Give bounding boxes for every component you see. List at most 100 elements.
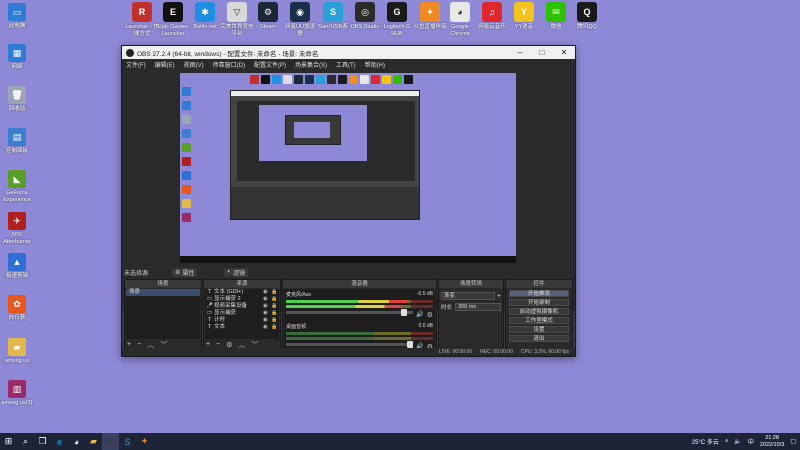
menu-item[interactable]: 编辑(E) bbox=[155, 60, 175, 69]
source-item[interactable]: T 文本 ◉ 🔒 bbox=[205, 324, 279, 331]
add-transition-button[interactable]: + bbox=[497, 293, 501, 300]
desktop-shortcut[interactable]: ▽ 完美世界竞技平台 bbox=[220, 2, 254, 38]
windows-start-icon[interactable]: ⊞ bbox=[0, 433, 17, 450]
visibility-eye-icon[interactable]: ◉ bbox=[263, 324, 271, 331]
clock[interactable]: 21:28 2022/10/3 bbox=[760, 435, 784, 449]
desktop-shortcut[interactable]: ✉ 微信 bbox=[539, 2, 573, 31]
desktop-shortcut[interactable]: R Launcher - 快捷方式 bbox=[125, 2, 159, 38]
desktop-shortcut[interactable]: 🗑 回收站 bbox=[0, 86, 34, 113]
menu-item[interactable]: 帮助(H) bbox=[365, 60, 385, 69]
task-view-icon[interactable]: ❐ bbox=[34, 433, 51, 450]
desktop-shortcut[interactable]: E Epic Games Launcher bbox=[156, 2, 190, 38]
desktop-shortcut[interactable]: ▤ 控制面板 bbox=[0, 128, 34, 155]
tray-chevron-icon[interactable]: ˄ bbox=[725, 439, 729, 445]
obs-titlebar[interactable]: OBS 27.2.4 (64-bit, windows) - 配置文件: 未命名… bbox=[122, 46, 575, 59]
obs-logo-icon bbox=[126, 48, 134, 57]
controls-dock: 控件 开始推流 开始录制 启动虚拟摄像机 工作室模式 设置 退出 bbox=[505, 279, 573, 351]
notification-icon[interactable]: ▢ bbox=[790, 438, 796, 445]
menu-item[interactable]: 文件(F) bbox=[126, 60, 146, 69]
gear-icon[interactable]: ⚙ bbox=[427, 311, 433, 319]
lock-icon[interactable]: 🔒 bbox=[271, 324, 279, 331]
mixer-channel-db: -0.5 dB bbox=[416, 291, 433, 297]
desktop-shortcut[interactable]: ✈ MSI Afterburner bbox=[0, 212, 34, 246]
desktop-shortcut[interactable]: S Sam'USB客 bbox=[316, 2, 350, 31]
chrome-icon[interactable]: ◕ bbox=[68, 433, 85, 450]
edge-icon[interactable]: e bbox=[51, 433, 68, 450]
lock-icon[interactable]: 🔒 bbox=[271, 317, 279, 324]
close-button[interactable]: ✕ bbox=[553, 46, 575, 59]
douyu-icon[interactable]: ✦ bbox=[136, 433, 153, 450]
lock-icon[interactable]: 🔒 bbox=[271, 289, 279, 296]
file-explorer-icon[interactable]: ▰ bbox=[85, 433, 102, 450]
desktop-shortcut[interactable]: ◕ Google Chrome bbox=[443, 2, 477, 38]
usb-client-icon[interactable]: S bbox=[119, 433, 136, 450]
properties-button[interactable]: ⚙ 属性 bbox=[172, 267, 198, 277]
maximize-button[interactable]: □ bbox=[531, 46, 553, 59]
desktop-shortcut[interactable]: ▭ 此电脑 bbox=[0, 3, 34, 30]
desktop-shortcut[interactable]: ♫ 网易云音乐 bbox=[475, 2, 509, 31]
properties-label: 属性 bbox=[182, 270, 195, 277]
control-button[interactable]: 退出 bbox=[509, 335, 569, 342]
control-button[interactable]: 开始推流 bbox=[509, 290, 569, 297]
volume-icon[interactable]: 🔈 bbox=[734, 438, 741, 445]
preview-canvas[interactable] bbox=[180, 73, 516, 263]
visibility-eye-icon[interactable]: ◉ bbox=[263, 317, 271, 324]
source-item[interactable]: ▭ 显示捕获 2 ◉ 🔒 bbox=[205, 296, 279, 303]
desktop-shortcut[interactable]: G Logitech G HUB bbox=[380, 2, 414, 38]
menu-item[interactable]: 视图(V) bbox=[184, 60, 204, 69]
source-item[interactable]: T 计时 ◉ 🔒 bbox=[205, 317, 279, 324]
control-button[interactable]: 启动虚拟摄像机 bbox=[509, 308, 569, 315]
add-scene-button[interactable]: + bbox=[127, 341, 131, 348]
remove-source-button[interactable]: − bbox=[216, 341, 220, 348]
duration-input[interactable]: 300 ms bbox=[455, 303, 501, 311]
controls-list: 开始推流开始录制启动虚拟摄像机 工作室模式设置退出 bbox=[506, 290, 572, 342]
desktop-shortcut[interactable]: ▥ among us(1) bbox=[0, 380, 34, 407]
source-item[interactable]: 🎤 视频采集设备 ◉ 🔒 bbox=[205, 303, 279, 310]
desktop-shortcut[interactable]: ✦ 斗鱼直播伴侣 bbox=[413, 2, 447, 31]
desktop-shortcut[interactable]: Y YY语音 bbox=[507, 2, 541, 31]
control-button[interactable]: 工作室模式 bbox=[509, 317, 569, 324]
desktop-shortcut[interactable]: ◉ 网易UU加速器 bbox=[283, 2, 317, 38]
lock-icon[interactable]: 🔒 bbox=[271, 310, 279, 317]
mixer-dock: 混音器 麦克风/Aux-0.5 dB🔊⚙桌面音频0.0 dB🔊⚙ bbox=[282, 279, 437, 351]
visibility-eye-icon[interactable]: ◉ bbox=[263, 310, 271, 317]
menu-item[interactable]: 场景集合(S) bbox=[295, 60, 327, 69]
desktop-shortcut[interactable]: ✱ Battle.net bbox=[188, 2, 222, 31]
obs-icon[interactable]: ◎ bbox=[102, 433, 119, 450]
scene-item[interactable]: 场景 bbox=[126, 289, 200, 296]
volume-slider[interactable] bbox=[286, 309, 413, 316]
volume-slider[interactable] bbox=[286, 341, 413, 348]
menu-item[interactable]: 工具(T) bbox=[336, 60, 356, 69]
desktop-shortcut[interactable]: ◣ GeForce Experience bbox=[0, 170, 34, 204]
menu-item[interactable]: 停靠窗口(D) bbox=[213, 60, 245, 69]
add-source-button[interactable]: + bbox=[206, 341, 210, 348]
desktop-shortcut[interactable]: Q 腾讯QQ bbox=[570, 2, 604, 31]
speaker-icon[interactable]: 🔊 bbox=[416, 311, 423, 319]
desktop-shortcut-label: among us(1) bbox=[1, 400, 33, 406]
source-item[interactable]: ▭ 显示捕获 ◉ 🔒 bbox=[205, 310, 279, 317]
menu-item[interactable]: 配置文件(P) bbox=[254, 60, 286, 69]
control-button[interactable]: 设置 bbox=[509, 326, 569, 333]
desktop-shortcut[interactable]: ⚙ Steam bbox=[251, 2, 285, 31]
lock-icon[interactable]: 🔒 bbox=[271, 303, 279, 310]
search-icon[interactable]: ⌕ bbox=[17, 433, 34, 450]
video-editor-icon: ▲ bbox=[8, 253, 26, 271]
desktop-shortcut[interactable]: ✿ 向日葵 bbox=[0, 295, 34, 322]
transition-select[interactable]: 渐变 bbox=[441, 292, 495, 300]
source-item[interactable]: T 文本 (GDI+) ◉ 🔒 bbox=[205, 289, 279, 296]
nested-obs-preview bbox=[230, 90, 420, 220]
desktop-shortcut[interactable]: ▰ among us bbox=[0, 338, 34, 365]
visibility-eye-icon[interactable]: ◉ bbox=[263, 303, 271, 310]
filters-button[interactable]: ◐ 滤镜 bbox=[224, 267, 249, 277]
desktop-shortcut[interactable]: ◎ OBS Studio bbox=[348, 2, 382, 31]
visibility-eye-icon[interactable]: ◉ bbox=[263, 296, 271, 303]
minimize-button[interactable]: – bbox=[509, 46, 531, 59]
remove-scene-button[interactable]: − bbox=[137, 341, 141, 348]
desktop-shortcut[interactable]: ▦ 网络 bbox=[0, 44, 34, 71]
lock-icon[interactable]: 🔒 bbox=[271, 296, 279, 303]
weather-widget[interactable]: 25°C 多云 bbox=[692, 437, 719, 446]
language-indicator[interactable]: 中 bbox=[748, 437, 754, 446]
control-button[interactable]: 开始录制 bbox=[509, 299, 569, 306]
desktop-shortcut[interactable]: ▲ 极速剪辑 bbox=[0, 253, 34, 280]
visibility-eye-icon[interactable]: ◉ bbox=[263, 289, 271, 296]
